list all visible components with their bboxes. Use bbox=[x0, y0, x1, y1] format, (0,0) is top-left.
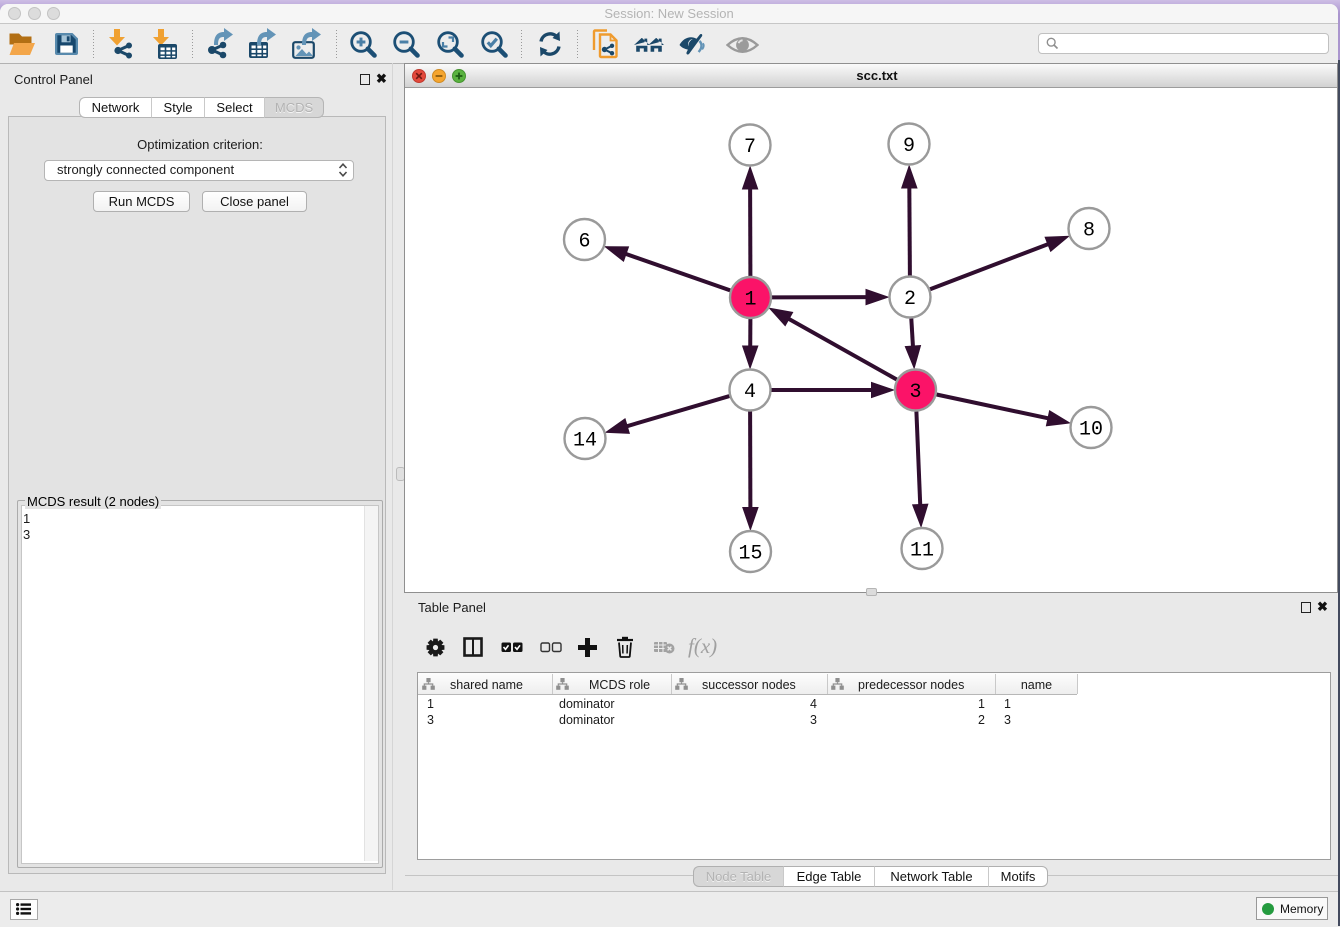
svg-text:3: 3 bbox=[909, 381, 921, 404]
svg-text:10: 10 bbox=[1079, 419, 1103, 442]
svg-text:15: 15 bbox=[738, 543, 762, 566]
svg-text:7: 7 bbox=[744, 136, 756, 159]
svg-text:11: 11 bbox=[910, 540, 934, 563]
svg-text:1: 1 bbox=[744, 289, 756, 312]
svg-text:8: 8 bbox=[1083, 220, 1095, 243]
svg-text:4: 4 bbox=[744, 381, 756, 404]
svg-text:9: 9 bbox=[903, 135, 915, 158]
svg-text:6: 6 bbox=[578, 231, 590, 254]
svg-text:2: 2 bbox=[904, 288, 916, 311]
svg-text:14: 14 bbox=[573, 430, 597, 453]
